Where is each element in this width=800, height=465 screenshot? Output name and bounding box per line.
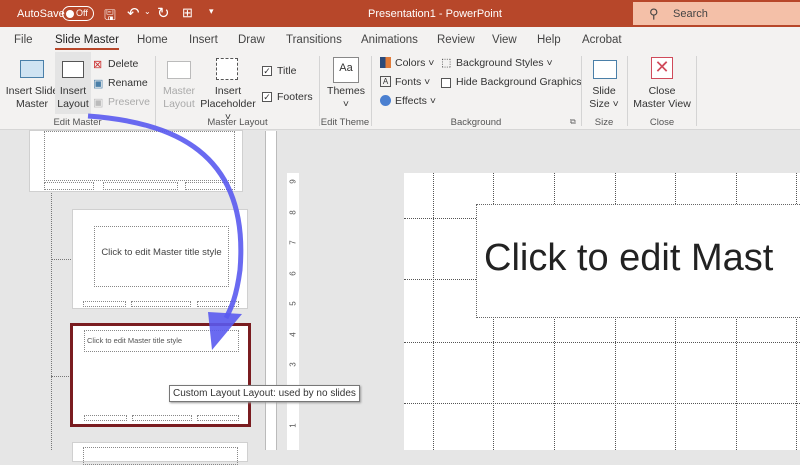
- annotation-arrow: [87, 113, 244, 350]
- annotation-arrow-path: [87, 113, 244, 320]
- layout-tooltip: Custom Layout Layout: used by no slides: [169, 385, 360, 402]
- annotation-arrowhead-icon: [208, 312, 242, 350]
